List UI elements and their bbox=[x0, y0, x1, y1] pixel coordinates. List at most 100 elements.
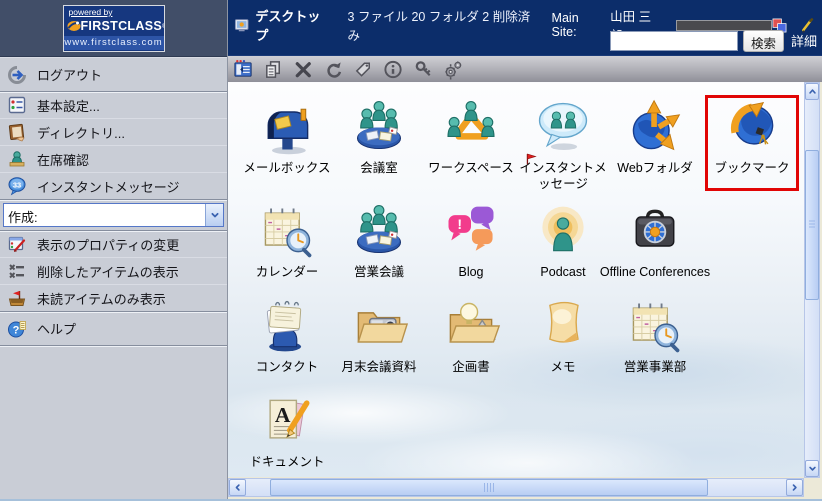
history-button[interactable] bbox=[321, 58, 346, 81]
desktop-item-label: カレンダー bbox=[256, 264, 319, 280]
create-combobox[interactable]: 作成: bbox=[3, 203, 224, 227]
desktop-item-workspace[interactable]: ワークスペース bbox=[426, 97, 516, 189]
horizontal-scroll-track[interactable] bbox=[246, 479, 786, 496]
chevron-right-icon bbox=[789, 482, 800, 493]
desktop-item-memo[interactable]: メモ bbox=[518, 296, 608, 388]
sidebar-item-help[interactable]: ヘルプ bbox=[0, 311, 227, 345]
desktop-item-podcast[interactable]: Podcast bbox=[518, 201, 608, 293]
sidebar-item-presence[interactable]: 在席確認 bbox=[0, 145, 227, 172]
panel-toggle-button[interactable] bbox=[231, 58, 256, 81]
desktop-item-offline-conferences[interactable]: Offline Conferences bbox=[610, 201, 700, 293]
copy-button[interactable] bbox=[261, 58, 286, 81]
desktop-row: カレンダー 営業会議 Blog Podcast Offline Conferences bbox=[228, 201, 804, 293]
sidebar-item-directory[interactable]: ディレクトリ... bbox=[0, 118, 227, 145]
sidebar-item-instant-message[interactable]: インスタントメッセージ bbox=[0, 172, 227, 199]
view-properties-icon bbox=[7, 234, 27, 254]
scroll-up-button[interactable] bbox=[805, 83, 819, 100]
instant-message-icon bbox=[7, 176, 27, 196]
key-button[interactable] bbox=[411, 58, 436, 81]
logo-trademark: ® bbox=[162, 23, 165, 30]
item-counts: 3 ファイル 20 フォルダ 2 削除済み bbox=[348, 6, 536, 44]
desktop-item-label: ワークスペース bbox=[428, 160, 514, 176]
sidebar-item-label: 未読アイテムのみ表示 bbox=[37, 289, 166, 308]
app-window: powered by FIRSTCLASS ® www.firstclass.c… bbox=[0, 0, 822, 501]
desktop-area: メールボックス会議室ワークスペースインスタントメッセージ Webフォルダブックマー… bbox=[228, 82, 804, 477]
globe-icon bbox=[67, 19, 81, 33]
desktop-item-monthly-meeting-docs[interactable]: 月末会議資料 bbox=[334, 296, 424, 388]
search-button[interactable]: 検索 bbox=[743, 30, 784, 52]
delete-button[interactable] bbox=[291, 58, 316, 81]
bookmark-icon bbox=[720, 97, 784, 157]
sidebar-item-label: ログアウト bbox=[37, 65, 102, 84]
calendar-icon bbox=[255, 201, 319, 261]
content-region: デスクトップ 3 ファイル 20 フォルダ 2 削除済み Main Site: … bbox=[228, 0, 822, 501]
gears-icon bbox=[443, 59, 464, 80]
vertical-scroll-track[interactable] bbox=[805, 100, 819, 460]
sidebar-item-logout[interactable]: ログアウト bbox=[0, 57, 227, 91]
desktop-item-proposal[interactable]: 企画書 bbox=[426, 296, 516, 388]
sidebar-menu: ログアウト基本設定... ディレクトリ... 在席確認インスタントメッセージ作成: 表… bbox=[0, 57, 227, 501]
desktop-item-label: コンタクト bbox=[256, 359, 319, 375]
desktop-item-mailbox[interactable]: メールボックス bbox=[242, 97, 332, 189]
search-input[interactable] bbox=[610, 31, 738, 51]
desktop-item-label: 営業事業部 bbox=[624, 359, 687, 375]
desktop-item-calendar[interactable]: カレンダー bbox=[242, 201, 332, 293]
unread-flag-icon bbox=[525, 152, 538, 165]
desktop-item-label: Podcast bbox=[540, 264, 585, 280]
sidebar-item-view-properties[interactable]: 表示のプロパティの変更 bbox=[0, 230, 227, 257]
chevron-up-icon bbox=[807, 86, 818, 97]
toolbar bbox=[228, 55, 822, 82]
desktop-item-instant-message[interactable]: インスタントメッセージ bbox=[518, 97, 608, 189]
chevron-down-icon bbox=[807, 463, 818, 474]
desktop-item-sales-meeting[interactable]: 営業会議 bbox=[334, 201, 424, 293]
conference-icon bbox=[347, 97, 411, 157]
horizontal-scroll-thumb[interactable] bbox=[270, 479, 708, 496]
desktop-item-label: 営業会議 bbox=[354, 264, 404, 280]
unread-items-icon bbox=[7, 288, 27, 308]
logout-icon bbox=[7, 65, 27, 85]
memo-icon bbox=[531, 296, 595, 356]
scroll-right-button[interactable] bbox=[786, 479, 803, 496]
sidebar-item-deleted-items[interactable]: 削除したアイテムの表示 bbox=[0, 257, 227, 284]
webfolder-icon bbox=[623, 97, 687, 157]
firstclass-logo[interactable]: powered by FIRSTCLASS ® www.firstclass.c… bbox=[63, 5, 165, 52]
desktop-item-web-folder[interactable]: Webフォルダ bbox=[610, 97, 700, 189]
desktop-item-label: Webフォルダ bbox=[617, 160, 692, 176]
desktop-item-conference-room[interactable]: 会議室 bbox=[334, 97, 424, 189]
header-bar: デスクトップ 3 ファイル 20 フォルダ 2 削除済み Main Site: … bbox=[228, 0, 822, 55]
sidebar-item-preferences[interactable]: 基本設定... bbox=[0, 91, 227, 118]
desktop-item-blog[interactable]: Blog bbox=[426, 201, 516, 293]
chevron-down-icon[interactable] bbox=[205, 204, 223, 226]
scroll-down-button[interactable] bbox=[805, 460, 819, 477]
contact-icon bbox=[255, 296, 319, 356]
advanced-search-link[interactable]: 詳細 bbox=[791, 31, 817, 50]
desktop-item-sales-division[interactable]: 営業事業部 bbox=[610, 296, 700, 388]
mailbox-icon bbox=[255, 97, 319, 157]
sidebar-item-label: ディレクトリ... bbox=[37, 123, 125, 142]
scroll-left-button[interactable] bbox=[229, 479, 246, 496]
sidebar-item-unread-items[interactable]: 未読アイテムのみ表示 bbox=[0, 284, 227, 311]
desktop-item-contacts[interactable]: コンタクト bbox=[242, 296, 332, 388]
desktop-item-documents[interactable]: ドキュメント bbox=[242, 391, 332, 477]
desktop-item-label: メモ bbox=[550, 359, 575, 375]
approve-button[interactable] bbox=[351, 58, 376, 81]
desktop-row: ドキュメント bbox=[228, 391, 804, 477]
search-row: 検索 詳細 bbox=[610, 28, 819, 53]
desktop-item-bookmark[interactable]: ブックマーク bbox=[707, 97, 797, 189]
podcast-icon bbox=[531, 201, 595, 261]
delete-icon bbox=[293, 59, 314, 80]
sidebar-item-label: 削除したアイテムの表示 bbox=[37, 262, 179, 281]
desktop-item-label: Offline Conferences bbox=[600, 264, 710, 280]
vertical-scroll-thumb[interactable] bbox=[805, 150, 819, 300]
sidebar-item-label: 在席確認 bbox=[37, 150, 89, 169]
desktop-item-label: Blog bbox=[458, 264, 483, 280]
sidebar-header: powered by FIRSTCLASS ® www.firstclass.c… bbox=[0, 0, 227, 57]
gears-button[interactable] bbox=[441, 58, 466, 81]
deleted-items-icon bbox=[7, 261, 27, 281]
info-button[interactable] bbox=[381, 58, 406, 81]
horizontal-scrollbar[interactable] bbox=[228, 478, 804, 497]
folder-projector-icon bbox=[347, 296, 411, 356]
create-menu-row: 作成: bbox=[0, 199, 227, 230]
vertical-scrollbar[interactable] bbox=[804, 82, 820, 478]
sidebar: powered by FIRSTCLASS ® www.firstclass.c… bbox=[0, 0, 228, 501]
